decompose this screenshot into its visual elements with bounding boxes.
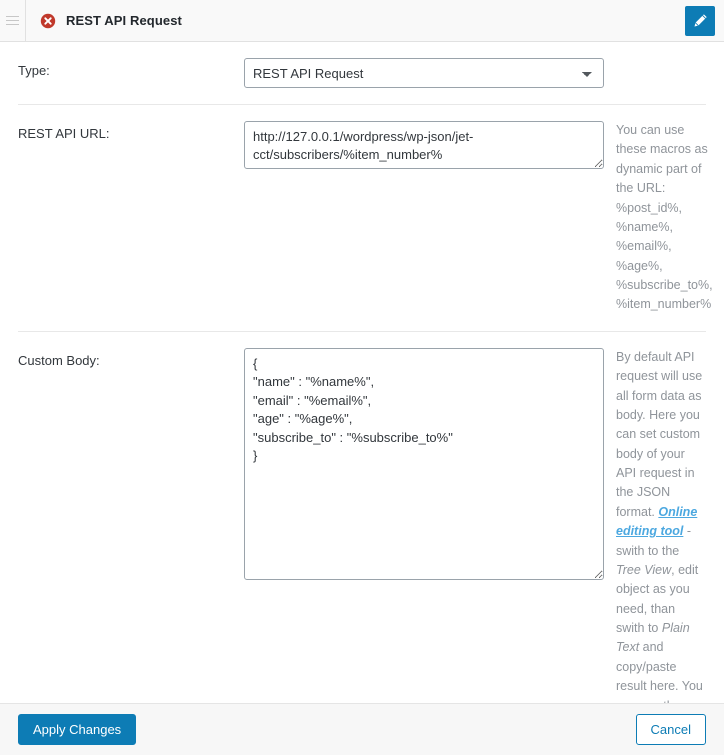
rest-api-url-help: You can use these macros as dynamic part… [616,123,713,312]
panel-footer: Apply Changes Cancel [0,703,724,755]
custom-body-input[interactable] [244,347,604,580]
apply-changes-button[interactable]: Apply Changes [18,713,137,746]
type-label: Type: [18,63,50,78]
custom-body-help: By default API request will use all form… [604,348,706,703]
rest-api-url-label: REST API URL: [18,126,110,141]
type-control: REST API Request [244,58,604,88]
rest-api-url-control [244,121,604,169]
error-circle-x-icon [40,13,56,29]
form-row-rest-api-url: REST API URL: You can use these macros a… [18,105,713,332]
form-row-custom-body: Custom Body: By default API request will… [18,332,706,703]
form-row-type: Type: REST API Request [18,42,706,105]
type-select[interactable]: REST API Request [244,58,604,88]
custom-body-help-tree-view: Tree View [616,562,672,577]
custom-body-help-part1: By default API request will use all form… [616,349,703,519]
rest-api-request-panel: REST API Request Type: REST API Request [0,0,724,755]
pencil-edit-icon [693,13,708,28]
custom-body-control [244,347,604,580]
edit-button[interactable] [685,5,715,36]
header-actions [685,0,724,41]
page-title: REST API Request [66,13,182,28]
custom-body-label: Custom Body: [18,352,100,368]
header-main: REST API Request [26,0,685,41]
drag-handle-icon[interactable] [0,0,26,41]
rest-api-url-input[interactable] [244,121,604,169]
panel-body: Type: REST API Request REST API URL: You… [0,42,724,703]
drag-handle-bars [6,13,19,28]
panel-header: REST API Request [0,0,724,42]
cancel-button[interactable]: Cancel [635,713,706,746]
